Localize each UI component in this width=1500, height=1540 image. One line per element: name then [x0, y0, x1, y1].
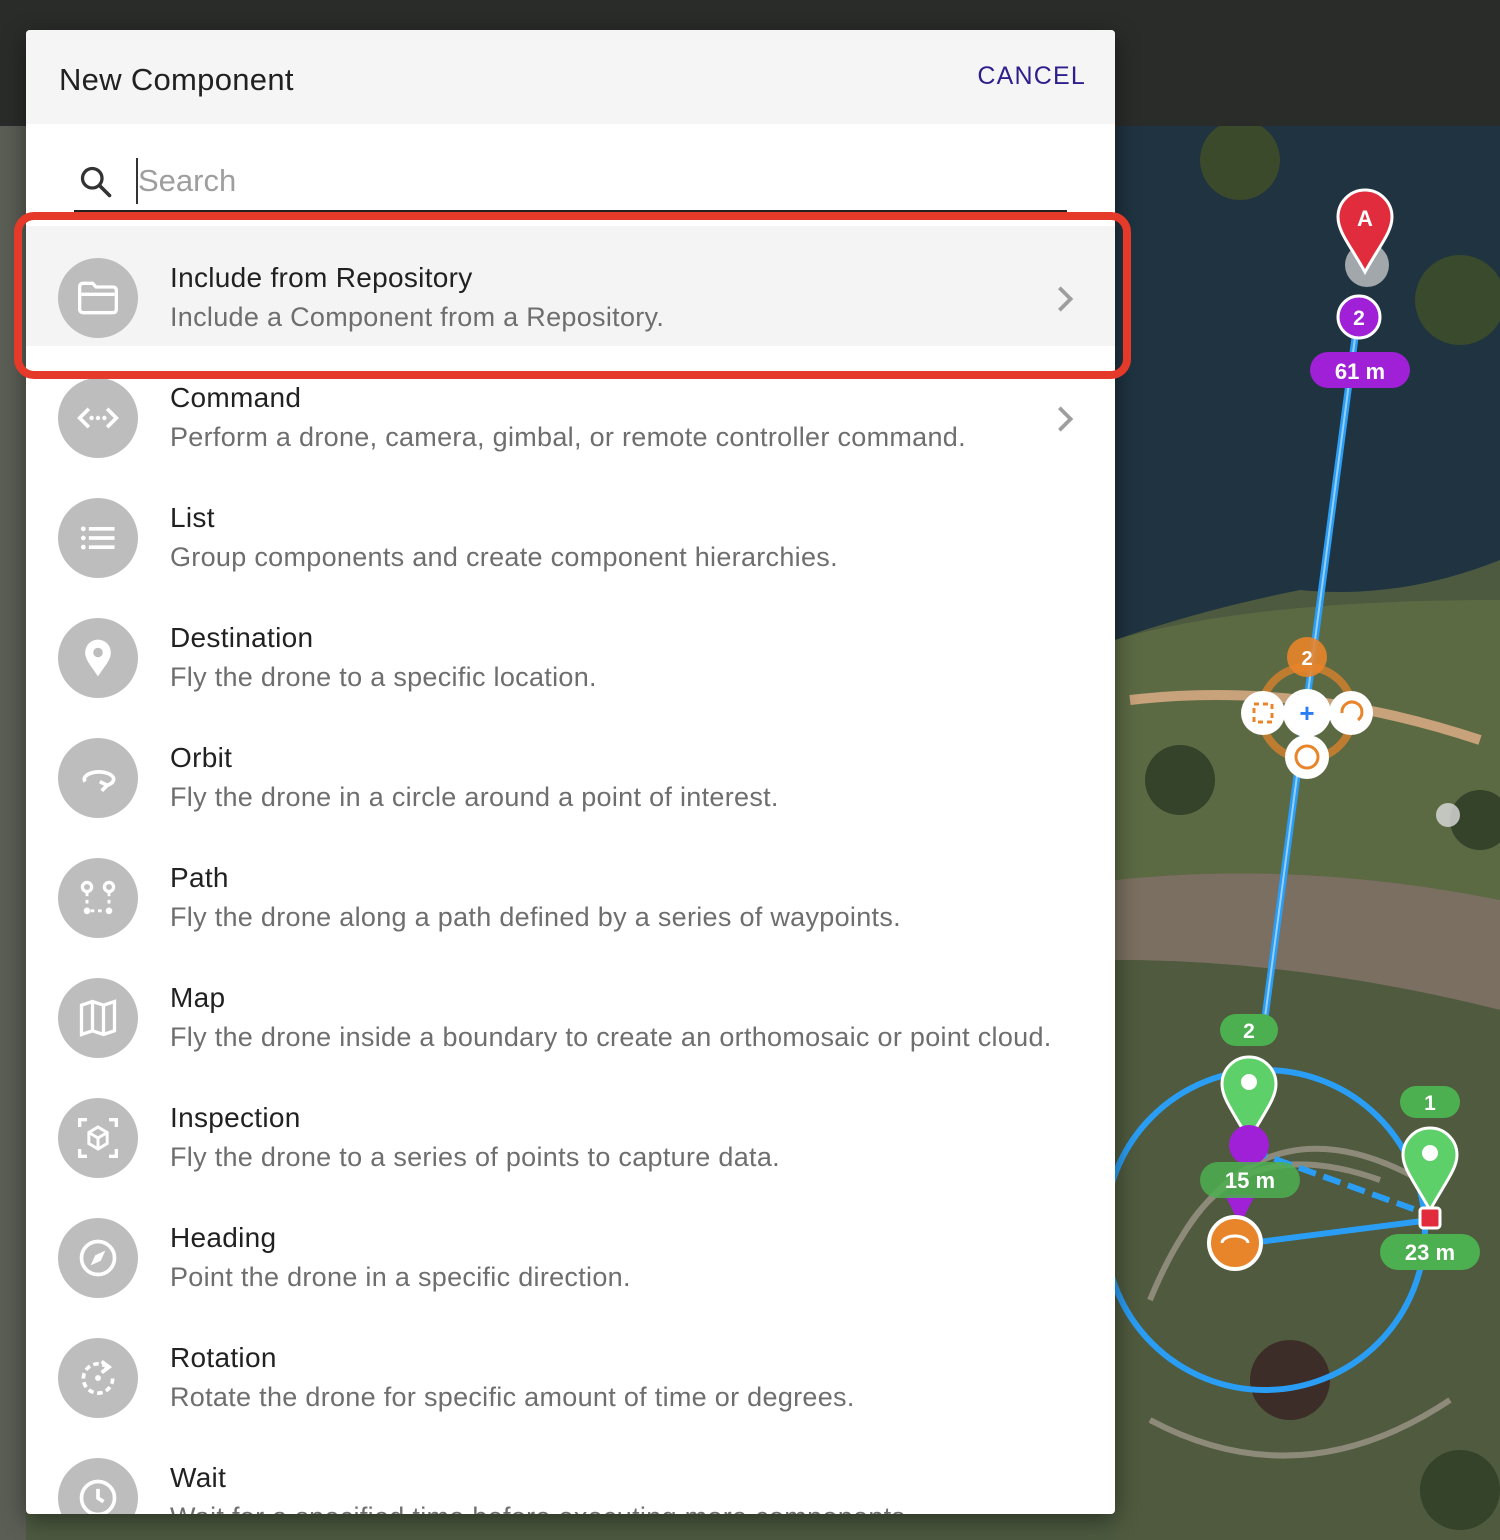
new-component-dialog: New Component CANCEL Include from Reposi…: [26, 30, 1115, 1514]
component-description: Fly the drone inside a boundary to creat…: [170, 1022, 1052, 1052]
chevron-right-icon: [1055, 404, 1075, 434]
location-pin-icon: [58, 618, 138, 698]
component-title: Wait: [170, 1462, 227, 1493]
waypoint-badge-purple[interactable]: 2: [1336, 294, 1382, 340]
search-input[interactable]: [136, 158, 1036, 204]
svg-text:15 m: 15 m: [1225, 1168, 1275, 1193]
component-description: Group components and create component hi…: [170, 542, 838, 572]
component-item-path[interactable]: Path Fly the drone along a path defined b…: [26, 826, 1115, 946]
component-description: Fly the drone in a circle around a point…: [170, 782, 779, 812]
component-description: Wait for a specified time before executi…: [170, 1502, 913, 1514]
component-title: Command: [170, 382, 302, 413]
component-description: Rotate the drone for specific amount of …: [170, 1382, 855, 1412]
component-title: Include from Repository: [170, 262, 473, 293]
component-title: List: [170, 502, 215, 533]
rotation-icon: [58, 1338, 138, 1418]
list-icon: [58, 498, 138, 578]
waypoint-badge-green-right[interactable]: 1: [1400, 1086, 1460, 1118]
component-item-map[interactable]: Map Fly the drone inside a boundary to cr…: [26, 946, 1115, 1066]
component-description: Perform a drone, camera, gimbal, or remo…: [170, 422, 966, 452]
svg-text:2: 2: [1301, 648, 1312, 670]
map-icon: [58, 978, 138, 1058]
svg-text:23 m: 23 m: [1405, 1240, 1455, 1265]
component-item-heading[interactable]: Heading Point the drone in a specific dir…: [26, 1186, 1115, 1306]
dialog-header: New Component CANCEL: [26, 30, 1115, 124]
cancel-button[interactable]: CANCEL: [977, 62, 1086, 91]
component-item-wait[interactable]: Wait Wait for a specified time before exe…: [26, 1426, 1115, 1514]
component-title: Inspection: [170, 1102, 301, 1133]
search-bar: [74, 150, 1067, 212]
component-title: Heading: [170, 1222, 277, 1253]
compass-icon: [58, 1218, 138, 1298]
component-item-list[interactable]: List Group components and create componen…: [26, 466, 1115, 586]
orbit-icon: [58, 738, 138, 818]
component-item-destination[interactable]: Destination Fly the drone to a specific l…: [26, 586, 1115, 706]
dialog-title: New Component: [59, 62, 294, 97]
svg-text:61 m: 61 m: [1335, 359, 1385, 384]
waypoint-badge-green-left[interactable]: 2: [1220, 1014, 1278, 1046]
component-description: Point the drone in a specific direction.: [170, 1262, 631, 1292]
search-icon: [80, 166, 112, 198]
svg-text:2: 2: [1243, 1020, 1255, 1043]
component-title: Map: [170, 982, 226, 1013]
component-description: Include a Component from a Repository.: [170, 302, 665, 332]
chevron-right-icon: [1055, 284, 1075, 314]
component-title: Path: [170, 862, 229, 893]
folder-icon: [58, 258, 138, 338]
component-item-inspection[interactable]: Inspection Fly the drone to a series of p…: [26, 1066, 1115, 1186]
distance-label-23m: 23 m: [1380, 1234, 1480, 1270]
distance-label-61m: 61 m: [1310, 352, 1410, 388]
svg-text:+: +: [1299, 698, 1314, 728]
component-description: Fly the drone along a path defined by a …: [170, 902, 901, 932]
svg-text:2: 2: [1353, 307, 1365, 330]
component-list: Include from Repository Include a Compone…: [26, 226, 1115, 1514]
clock-icon: [58, 1458, 138, 1514]
distance-label-15m: 15 m: [1200, 1162, 1300, 1198]
component-description: Fly the drone to a series of points to c…: [170, 1142, 780, 1172]
component-description: Fly the drone to a specific location.: [170, 662, 597, 692]
component-item-orbit[interactable]: Orbit Fly the drone in a circle around a …: [26, 706, 1115, 826]
component-item-command[interactable]: Command Perform a drone, camera, gimbal, …: [26, 346, 1115, 466]
code-arrows-icon: [58, 378, 138, 458]
component-title: Orbit: [170, 742, 233, 773]
path-icon: [58, 858, 138, 938]
component-title: Destination: [170, 622, 314, 653]
inspection-cube-icon: [58, 1098, 138, 1178]
component-item-include-from-repository[interactable]: Include from Repository Include a Compone…: [26, 226, 1115, 346]
svg-text:A: A: [1357, 206, 1373, 231]
svg-text:1: 1: [1424, 1092, 1436, 1115]
component-item-rotation[interactable]: Rotation Rotate the drone for specific am…: [26, 1306, 1115, 1426]
component-title: Rotation: [170, 1342, 277, 1373]
